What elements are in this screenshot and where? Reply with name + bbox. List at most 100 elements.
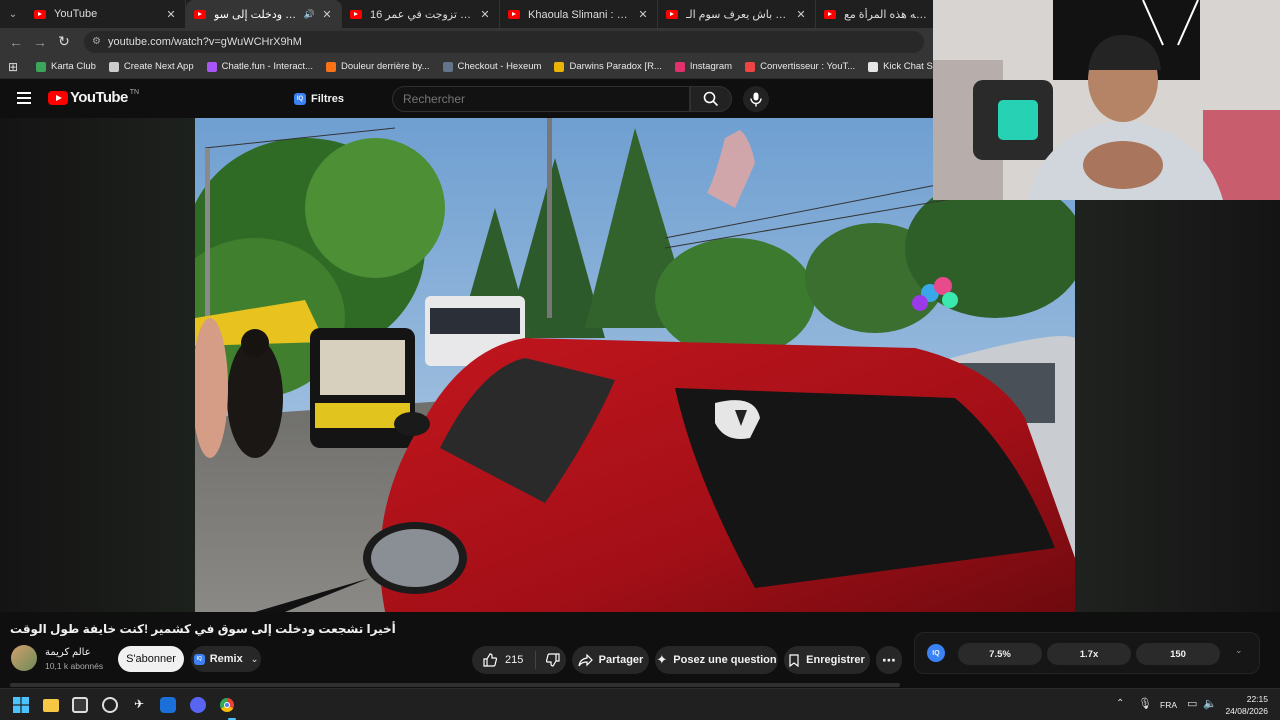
bookmark-item[interactable]: Douleur derrière by... xyxy=(325,61,430,72)
audio-playing-icon[interactable]: 🔊 xyxy=(304,9,315,20)
store-icon[interactable] xyxy=(72,697,88,713)
close-tab-icon[interactable]: ✕ xyxy=(477,8,493,21)
like-count[interactable]: 215 xyxy=(505,654,523,666)
chevron-up-icon[interactable]: ⌃ xyxy=(1116,698,1124,709)
bookmark-item[interactable]: Instagram xyxy=(674,61,733,72)
bookmark-icon xyxy=(789,653,799,667)
bookmark-item[interactable]: Convertisseur : YouT... xyxy=(745,61,855,72)
youtube-favicon-icon xyxy=(34,9,46,19)
bookmark-favicon-icon xyxy=(868,61,879,72)
chevron-down-icon[interactable]: ⌄ xyxy=(1235,645,1243,656)
settings-icon[interactable] xyxy=(102,697,118,713)
forward-icon[interactable]: → xyxy=(28,30,52,54)
tab-title: شكون باش يعرف سوم الـ PIZZA xyxy=(686,8,789,21)
bookmark-label: Instagram xyxy=(689,61,733,72)
url-text[interactable]: youtube.com/watch?v=gWuWCHrX9hM xyxy=(108,36,302,48)
youtube-favicon-icon xyxy=(824,9,836,19)
language-indicator[interactable]: FRA xyxy=(1160,700,1177,710)
clock-date: 24/08/2026 xyxy=(1225,706,1268,716)
bookmark-item[interactable]: Create Next App xyxy=(108,61,194,72)
hamburger-menu-icon[interactable] xyxy=(17,92,31,104)
channel-name[interactable]: عالم كريمة xyxy=(45,647,91,658)
bookmark-favicon-icon xyxy=(674,61,685,72)
ambient-left xyxy=(0,118,195,612)
search-icon xyxy=(703,91,719,107)
channel-avatar[interactable] xyxy=(11,645,37,671)
save-button[interactable]: Enregistrer xyxy=(784,646,870,674)
volume-icon[interactable]: 🔈 xyxy=(1203,697,1217,710)
site-info-icon[interactable]: ⚙ xyxy=(92,36,101,47)
search-button[interactable] xyxy=(690,86,732,112)
bookmark-item[interactable]: Checkout - Hexeum xyxy=(442,61,542,72)
bookmark-item[interactable]: Darwins Paradox [R... xyxy=(554,61,662,72)
youtube-favicon-icon xyxy=(508,9,520,19)
back-icon[interactable]: ← xyxy=(4,30,28,54)
youtube-favicon-icon xyxy=(350,9,362,19)
bookmark-label: Convertisseur : YouT... xyxy=(760,61,856,72)
filters-button[interactable]: IQ Filtres xyxy=(284,87,354,111)
browser-tab-active[interactable]: أخيرا تشجعت ودخلت إلى سو 🔊 ✕ xyxy=(186,0,342,28)
share-button[interactable]: Partager xyxy=(572,646,649,674)
discord-icon[interactable] xyxy=(190,697,206,713)
steam-icon[interactable]: ✈ xyxy=(131,697,147,713)
youtube-play-logo-icon xyxy=(48,90,68,105)
clock[interactable]: 22:15 24/08/2026 xyxy=(1222,693,1268,717)
close-tab-icon[interactable]: ✕ xyxy=(793,8,809,21)
youtube-logo[interactable]: YouTube TN xyxy=(48,89,139,106)
iq-extension-icon[interactable]: IQ xyxy=(927,644,945,662)
browser-tab[interactable]: ماماتي باشا : تزوجت في عمر 16 ✕ xyxy=(342,0,500,28)
close-tab-icon[interactable]: ✕ xyxy=(319,8,335,21)
url-field[interactable]: ⚙ youtube.com/watch?v=gWuWCHrX9hM xyxy=(84,30,924,53)
ask-question-button[interactable]: ✦ Posez une question xyxy=(655,646,778,674)
country-code: TN xyxy=(129,89,140,96)
more-actions-icon[interactable]: ⋯ xyxy=(876,646,902,674)
youtube-favicon-icon xyxy=(666,9,678,19)
app-icon[interactable] xyxy=(160,697,176,713)
bookmark-item[interactable]: Chatle.fun - Interact... xyxy=(206,61,313,72)
bookmark-label: Darwins Paradox [R... xyxy=(569,61,662,72)
close-tab-icon[interactable]: ✕ xyxy=(635,8,651,21)
search-input[interactable] xyxy=(392,86,690,112)
youtube-favicon-icon xyxy=(194,9,206,19)
bookmark-favicon-icon xyxy=(36,61,46,72)
browser-tab[interactable]: شكون باش يعرف سوم الـ PIZZA ✕ xyxy=(658,0,816,28)
browser-tab[interactable]: Khaoula Slimani : من أجل الله ✕ xyxy=(500,0,658,28)
voice-search-button[interactable] xyxy=(743,86,769,112)
bookmark-favicon-icon xyxy=(108,61,119,72)
clock-time: 22:15 xyxy=(1246,694,1268,704)
dislike-icon[interactable] xyxy=(546,653,560,667)
microphone-icon xyxy=(750,92,762,106)
save-label: Enregistrer xyxy=(806,654,865,666)
streamer-webcam xyxy=(933,0,1280,200)
microphone-icon[interactable]: 🎙 xyxy=(1138,697,1152,710)
bookmark-label: Karta Club xyxy=(51,61,96,72)
tab-search-icon[interactable]: ⌄ xyxy=(0,0,26,28)
tab-title: YouTube xyxy=(54,8,98,20)
windows-start-icon[interactable] xyxy=(13,697,29,713)
filters-label: Filtres xyxy=(311,93,345,105)
file-explorer-icon[interactable] xyxy=(43,699,59,712)
extension-stat: 150 xyxy=(1136,643,1220,665)
bookmark-favicon-icon xyxy=(325,61,336,72)
tab-title: Khaoula Slimani : من أجل الله xyxy=(528,8,631,21)
remix-button[interactable]: IQ Remix ⌄ xyxy=(191,646,261,672)
bookmark-favicon-icon xyxy=(442,61,453,72)
bookmark-label: Checkout - Hexeum xyxy=(457,61,542,72)
bookmark-label: Chatle.fun - Interact... xyxy=(221,61,313,72)
subscribe-button[interactable]: S'abonner xyxy=(118,646,184,672)
windows-taskbar: ✈ ⌃ 🎙 FRA ▭ 🔈 22:15 24/08/2026 xyxy=(0,688,1280,720)
sparkle-icon: ✦ xyxy=(656,652,668,667)
bookmark-item[interactable]: Karta Club xyxy=(36,61,96,72)
browser-tab[interactable]: YouTube ✕ xyxy=(26,0,186,28)
chrome-icon[interactable] xyxy=(219,697,235,713)
browser-tab[interactable]: ما فعلته هذه المرأة مع xyxy=(816,0,936,28)
iq-extension-panel: IQ 7.5% 1.7x 150 ⌄ xyxy=(914,632,1260,674)
apps-grid-icon[interactable]: ⊞ xyxy=(0,60,26,74)
reload-icon[interactable]: ↻ xyxy=(52,30,76,54)
share-label: Partager xyxy=(598,654,644,666)
network-icon[interactable]: ▭ xyxy=(1187,697,1197,710)
close-tab-icon[interactable]: ✕ xyxy=(163,8,179,21)
like-icon[interactable] xyxy=(483,653,497,667)
horizontal-scrollbar[interactable] xyxy=(10,683,900,687)
bookmark-label: Create Next App xyxy=(123,61,194,72)
